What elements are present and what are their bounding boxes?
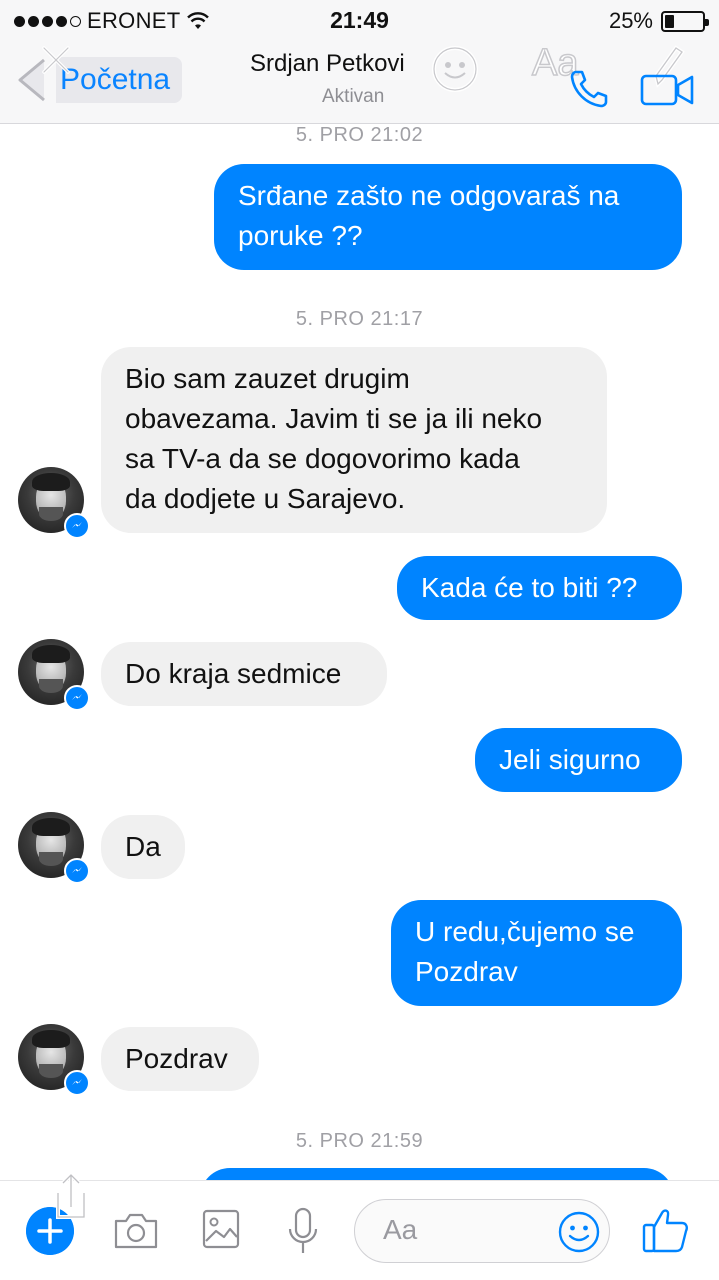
battery-percent: 25%	[608, 8, 653, 33]
timestamp: 5. PRO 21:17	[295, 308, 424, 330]
battery-fill	[665, 14, 674, 28]
image-icon[interactable]	[202, 1209, 240, 1249]
outgoing-message-partial[interactable]	[200, 1168, 674, 1180]
avatar[interactable]	[18, 467, 90, 539]
timestamp: 5. PRO 21:02	[295, 124, 424, 146]
outgoing-message[interactable]: Kada će to biti ??	[397, 556, 682, 620]
status-bar: ERONET 21:49 25%	[0, 0, 719, 40]
conversation-header: Početna Srdjan Petkovi Aktivan Aa	[0, 40, 719, 124]
message-input[interactable]: Aa	[354, 1199, 610, 1263]
incoming-message[interactable]: Bio sam zauzet drugim obavezama. Javim t…	[101, 347, 607, 533]
back-label: Početna	[56, 57, 183, 103]
messenger-badge-icon	[64, 685, 90, 711]
avatar[interactable]	[18, 639, 90, 711]
outgoing-message[interactable]: Srđane zašto ne odgovaraš na poruke ??	[214, 164, 682, 270]
message-list[interactable]: 5. PRO 21:02 Srđane zašto ne odgovaraš n…	[0, 124, 719, 1180]
status-right: 25%	[608, 8, 709, 34]
share-icon[interactable]	[46, 1169, 96, 1229]
contact-status: Aktivan	[322, 86, 385, 107]
outgoing-message[interactable]: U redu,čujemo se Pozdrav	[391, 900, 682, 1006]
camera-icon[interactable]	[112, 1211, 160, 1251]
microphone-icon[interactable]	[286, 1207, 320, 1257]
outgoing-message[interactable]: Jeli sigurno	[475, 728, 682, 792]
thumbs-up-icon[interactable]	[640, 1203, 692, 1255]
avatar[interactable]	[18, 1024, 90, 1096]
messenger-badge-icon	[64, 513, 90, 539]
phone-icon[interactable]	[568, 66, 612, 110]
timestamp: 5. PRO 21:59	[295, 1130, 424, 1152]
message-input-placeholder: Aa	[383, 1214, 418, 1245]
video-icon[interactable]	[640, 70, 694, 108]
smile-icon[interactable]	[430, 44, 480, 94]
battery-icon	[661, 10, 709, 32]
incoming-message[interactable]: Da	[101, 815, 185, 879]
incoming-message[interactable]: Do kraja sedmice	[101, 642, 387, 706]
incoming-message[interactable]: Pozdrav	[101, 1027, 259, 1091]
messenger-badge-icon	[64, 858, 90, 884]
close-icon[interactable]	[38, 42, 74, 78]
avatar[interactable]	[18, 812, 90, 884]
messenger-badge-icon	[64, 1070, 90, 1096]
emoji-icon[interactable]	[557, 1210, 601, 1254]
composer: Aa	[0, 1172, 719, 1280]
